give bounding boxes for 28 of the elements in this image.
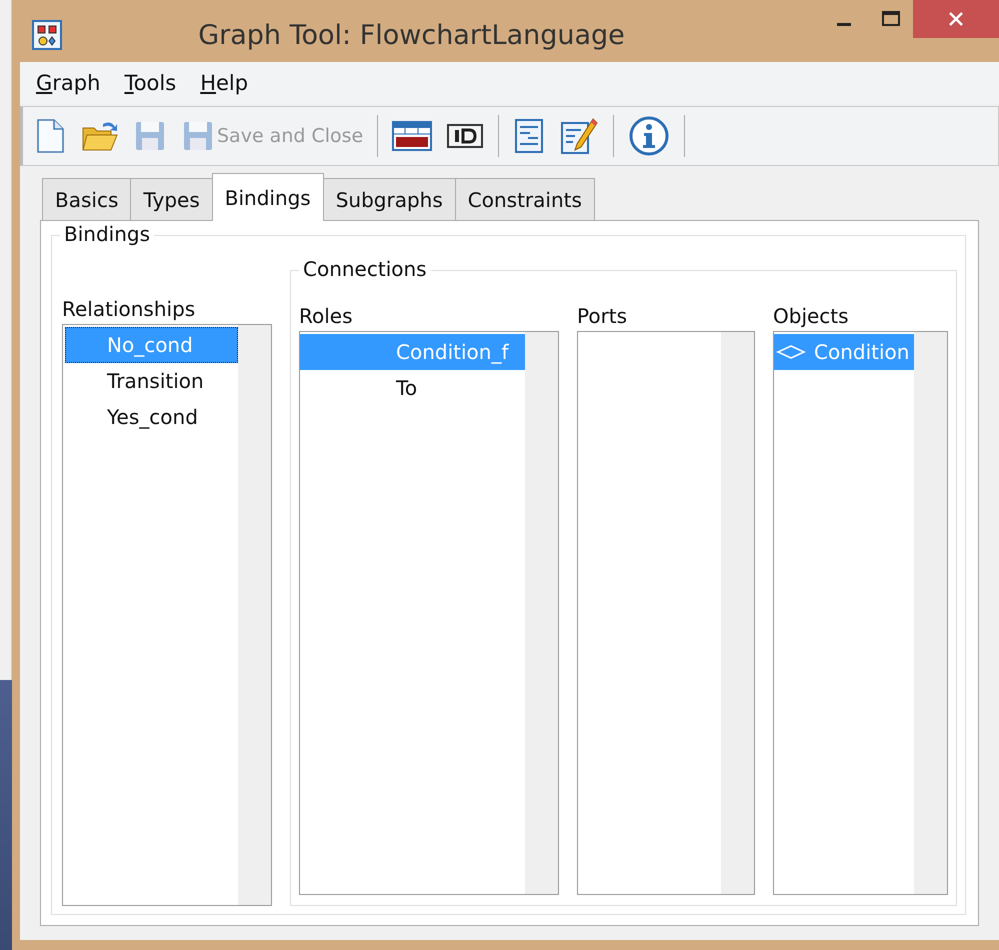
minimize-icon xyxy=(837,22,851,26)
menu-item[interactable]: Graph xyxy=(36,71,100,95)
tab[interactable]: Types xyxy=(130,178,213,220)
close-button[interactable] xyxy=(913,0,999,38)
list-label: Objects xyxy=(773,303,850,330)
list-label: Relationships xyxy=(62,296,196,323)
list-item[interactable]: Transition xyxy=(65,363,238,399)
merl-button[interactable] xyxy=(390,119,434,153)
maximize-icon xyxy=(880,9,900,29)
list-label: Roles xyxy=(299,303,354,330)
tab[interactable]: Constraints xyxy=(454,178,595,220)
scrollbar[interactable] xyxy=(238,325,271,905)
list-item[interactable]: Yes_cond xyxy=(65,399,238,435)
menu-item[interactable]: Tools xyxy=(124,71,176,95)
scrollbar[interactable] xyxy=(914,332,947,894)
scrollbar[interactable] xyxy=(525,332,558,894)
tab[interactable]: Bindings xyxy=(212,173,324,221)
app-icon xyxy=(32,20,62,50)
list-item[interactable]: To xyxy=(300,370,525,406)
scrollbar[interactable] xyxy=(721,332,754,894)
menu-item[interactable]: Help xyxy=(200,71,248,95)
list-label: Ports xyxy=(577,303,628,330)
tab[interactable]: Basics xyxy=(42,178,132,220)
diamond-icon xyxy=(776,344,806,360)
roles-list[interactable]: Condition_f To xyxy=(299,331,559,895)
window-title: Graph Tool: FlowchartLanguage xyxy=(197,20,626,50)
relationships-list[interactable]: No_cond Transition Yes_cond xyxy=(62,324,272,906)
tab[interactable]: Subgraphs xyxy=(322,178,456,220)
